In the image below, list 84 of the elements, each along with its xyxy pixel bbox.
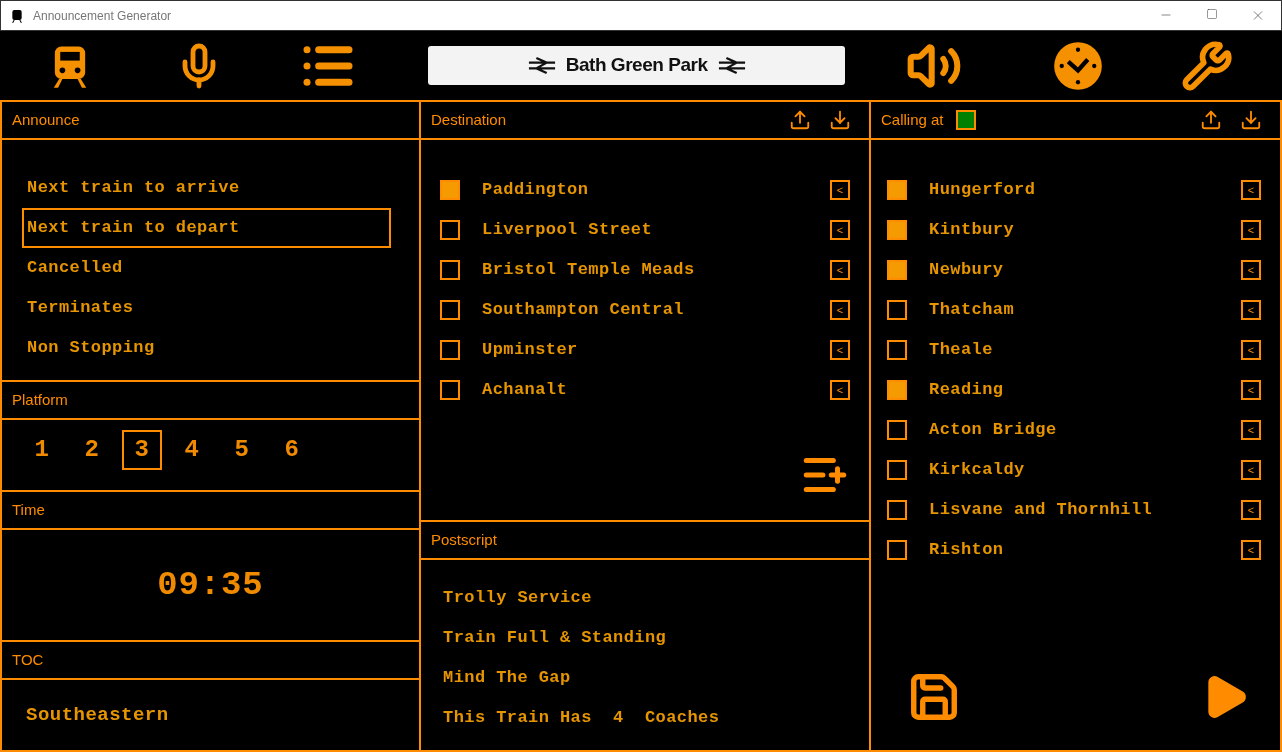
upload-icon[interactable]: [789, 109, 811, 131]
checkbox[interactable]: [440, 300, 460, 320]
download-icon[interactable]: [829, 109, 851, 131]
insert-button[interactable]: <: [830, 220, 850, 240]
station-name[interactable]: Rishton: [929, 537, 1004, 563]
station-name[interactable]: Paddington: [482, 177, 589, 203]
platform-option[interactable]: 1: [22, 430, 62, 470]
station-name[interactable]: Hungerford: [929, 177, 1036, 203]
status-indicator[interactable]: [955, 110, 976, 130]
checkbox[interactable]: [440, 340, 460, 360]
checkbox[interactable]: [887, 460, 907, 480]
station-name[interactable]: Reading: [929, 377, 1004, 403]
checkbox[interactable]: [887, 220, 907, 240]
insert-button[interactable]: <: [1241, 180, 1261, 200]
station-name[interactable]: Kirkcaldy: [929, 457, 1025, 483]
insert-button[interactable]: <: [1241, 220, 1261, 240]
checkbox[interactable]: [887, 180, 907, 200]
insert-button[interactable]: <: [830, 300, 850, 320]
station-name[interactable]: Thatcham: [929, 297, 1014, 323]
checkbox[interactable]: [887, 540, 907, 560]
insert-button[interactable]: <: [1241, 540, 1261, 560]
insert-button[interactable]: <: [830, 260, 850, 280]
download-icon[interactable]: [1240, 109, 1262, 131]
train-icon[interactable]: [9, 7, 25, 24]
checkbox[interactable]: [440, 260, 460, 280]
insert-button[interactable]: <: [1241, 460, 1261, 480]
upload-icon[interactable]: [1200, 109, 1222, 131]
panel-title: Platform: [12, 389, 68, 410]
station-name: Bath Green Park: [565, 53, 708, 78]
panel-title: Postscript: [431, 529, 497, 550]
insert-button[interactable]: <: [1241, 420, 1261, 440]
station-name[interactable]: Theale: [929, 337, 993, 363]
insert-button[interactable]: <: [1241, 380, 1261, 400]
double-arrow-logo-icon: [527, 57, 556, 74]
station-name[interactable]: Newbury: [929, 257, 1004, 283]
announce-option[interactable]: Cancelled: [22, 248, 391, 288]
postscript-option[interactable]: Train Full & Standing: [443, 625, 667, 651]
double-arrow-logo-icon: [717, 57, 746, 74]
checkbox[interactable]: [887, 300, 907, 320]
panel-title: Calling at: [881, 109, 944, 130]
panel-title: Time: [12, 499, 45, 520]
insert-button[interactable]: <: [1241, 500, 1261, 520]
checkbox[interactable]: [887, 500, 907, 520]
checkbox[interactable]: [887, 340, 907, 360]
station-name[interactable]: Acton Bridge: [929, 417, 1057, 443]
insert-button[interactable]: <: [830, 340, 850, 360]
station-name[interactable]: Liverpool Street: [482, 217, 653, 243]
panel-title: Announce: [12, 109, 80, 130]
tools-icon[interactable]: [1181, 39, 1234, 92]
checkbox[interactable]: [440, 220, 460, 240]
station-name[interactable]: Bristol Temple Meads: [482, 257, 695, 283]
station-name[interactable]: Achanalt: [482, 377, 567, 403]
station-name[interactable]: Upminster: [482, 337, 578, 363]
announce-option[interactable]: Next train to arrive: [22, 168, 391, 208]
toc-value[interactable]: Southeastern: [26, 700, 169, 730]
checkbox[interactable]: [440, 380, 460, 400]
insert-button[interactable]: <: [830, 380, 850, 400]
platform-option[interactable]: 6: [272, 430, 312, 470]
announce-option[interactable]: Next train to depart: [22, 208, 391, 248]
postscript-option[interactable]: Mind The Gap: [443, 665, 571, 691]
insert-button[interactable]: <: [1241, 260, 1261, 280]
insert-button[interactable]: <: [830, 180, 850, 200]
clock-icon[interactable]: [1052, 39, 1105, 92]
announce-option[interactable]: Non Stopping: [22, 328, 391, 368]
insert-button[interactable]: <: [1241, 300, 1261, 320]
time-display[interactable]: 09:35: [157, 559, 264, 611]
checkbox[interactable]: [887, 380, 907, 400]
platform-option[interactable]: 3: [122, 430, 162, 470]
platform-option[interactable]: 2: [72, 430, 112, 470]
platform-option[interactable]: 5: [222, 430, 262, 470]
insert-button[interactable]: <: [1241, 340, 1261, 360]
checkbox[interactable]: [887, 420, 907, 440]
checkbox[interactable]: [887, 260, 907, 280]
announce-option[interactable]: Terminates: [22, 288, 391, 328]
station-name[interactable]: Southampton Central: [482, 297, 684, 323]
station-name[interactable]: Kintbury: [929, 217, 1014, 243]
panel-title: TOC: [12, 649, 44, 670]
platform-option[interactable]: 4: [172, 430, 212, 470]
postscript-option[interactable]: This Train Has 4 Coaches: [443, 705, 720, 731]
checkbox[interactable]: [440, 180, 460, 200]
panel-title: Destination: [431, 109, 507, 130]
window-title: Announcement Generator: [33, 7, 172, 25]
postscript-option[interactable]: Trolly Service: [443, 585, 592, 611]
station-name[interactable]: Lisvane and Thornhill: [929, 497, 1153, 523]
